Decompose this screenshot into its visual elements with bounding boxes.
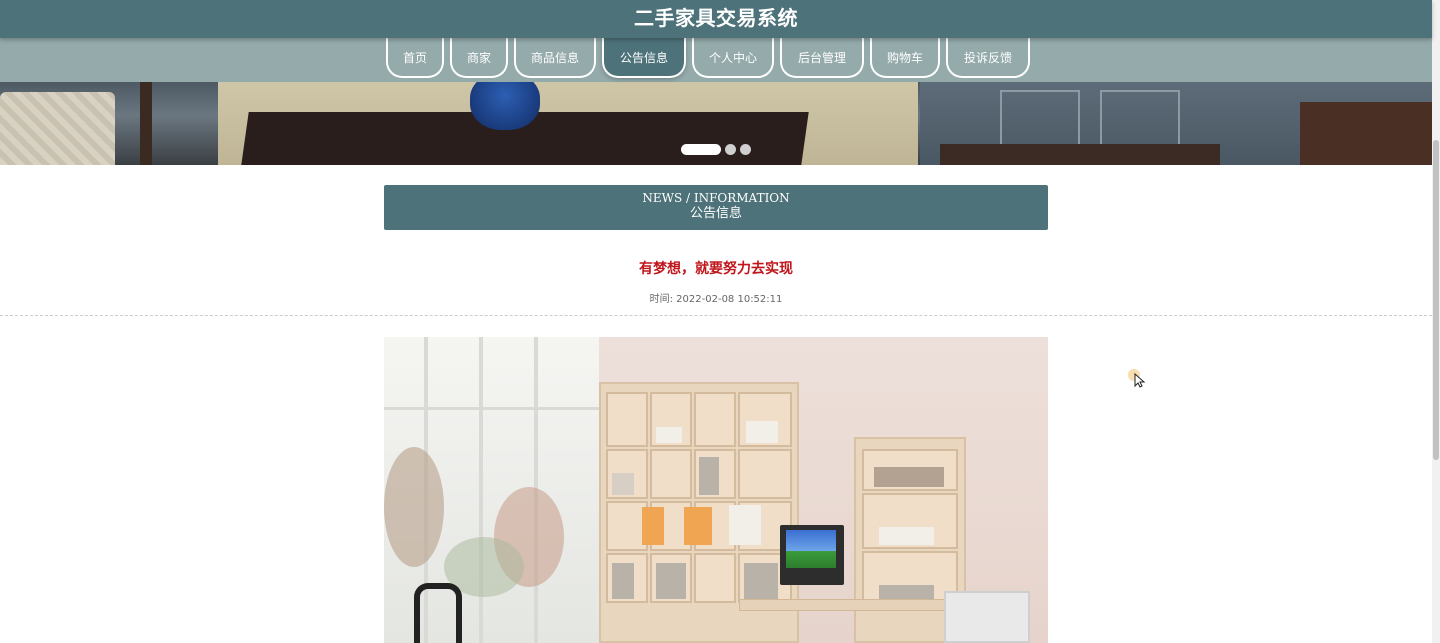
main-nav: 首页 商家 商品信息 公告信息 个人中心 后台管理 购物车 投诉反馈: [0, 38, 1432, 82]
article-time-value: 2022-02-08 10:52:11: [676, 294, 783, 305]
scrollbar-thumb[interactable]: [1433, 140, 1439, 460]
carousel-indicators: [681, 144, 755, 155]
image-window-bar: [384, 407, 599, 410]
nav-item-announcements[interactable]: 公告信息: [602, 38, 686, 78]
image-desk: [739, 599, 979, 611]
nav-item-merchants[interactable]: 商家: [450, 38, 508, 78]
site-header: 二手家具交易系统: [0, 0, 1432, 38]
shelf-books: [612, 563, 634, 599]
banner-armchair: [0, 92, 115, 165]
shelf-books: [699, 457, 719, 495]
divider: [0, 315, 1432, 316]
shelf-books: [879, 527, 934, 545]
banner-floor: [940, 144, 1220, 165]
site-title: 二手家具交易系统: [634, 6, 798, 30]
shelf-books: [744, 563, 778, 599]
carousel-dot-3[interactable]: [740, 144, 751, 155]
banner-carousel[interactable]: [0, 82, 1432, 165]
banner-vase: [470, 82, 540, 130]
shelf-books: [746, 421, 778, 443]
article-time: 时间: 2022-02-08 10:52:11: [384, 290, 1048, 305]
section-title-zh: 公告信息: [689, 206, 742, 221]
banner-lamp: [140, 82, 152, 165]
shelf-cell: [650, 449, 692, 499]
image-window-frame: [479, 337, 483, 643]
article-time-label: 时间:: [649, 294, 673, 305]
image-tree: [384, 447, 444, 567]
carousel-dot-1[interactable]: [681, 144, 721, 155]
shelf-books-orange: [684, 507, 712, 545]
monitor-screen: [786, 530, 836, 568]
mouse-cursor-icon: [1128, 369, 1146, 388]
section-title-en: NEWS / INFORMATION: [642, 191, 790, 205]
image-monitor: [780, 525, 844, 585]
shelf-books-orange: [642, 507, 664, 545]
shelf-books: [656, 563, 686, 599]
section-header: NEWS / INFORMATION 公告信息: [384, 185, 1048, 230]
image-printer: [944, 591, 1030, 643]
shelf-bottles: [874, 467, 944, 487]
shelf-cell: [738, 449, 792, 499]
banner-wall-panel: [1100, 90, 1180, 146]
nav-item-personal-center[interactable]: 个人中心: [692, 38, 774, 78]
nav-item-feedback[interactable]: 投诉反馈: [946, 38, 1030, 78]
nav-item-admin[interactable]: 后台管理: [780, 38, 864, 78]
nav-item-home[interactable]: 首页: [386, 38, 444, 78]
shelf-books: [612, 473, 634, 495]
page-scrollbar[interactable]: [1432, 0, 1440, 643]
shelf-cell: [694, 392, 736, 447]
nav-item-cart[interactable]: 购物车: [870, 38, 940, 78]
banner-cabinet: [1300, 102, 1432, 165]
banner-wall-panel: [1000, 90, 1080, 146]
nav-list: 首页 商家 商品信息 公告信息 个人中心 后台管理 购物车 投诉反馈: [386, 38, 1036, 78]
shelf-cell: [606, 392, 648, 447]
article-title: 有梦想，就要努力去实现: [639, 261, 793, 277]
image-chair: [414, 583, 462, 643]
nav-item-products[interactable]: 商品信息: [514, 38, 596, 78]
shelf-cell: [694, 553, 736, 603]
article-image: [384, 337, 1048, 643]
shelf-books: [729, 505, 761, 545]
carousel-dot-2[interactable]: [725, 144, 736, 155]
shelf-books: [656, 427, 682, 443]
